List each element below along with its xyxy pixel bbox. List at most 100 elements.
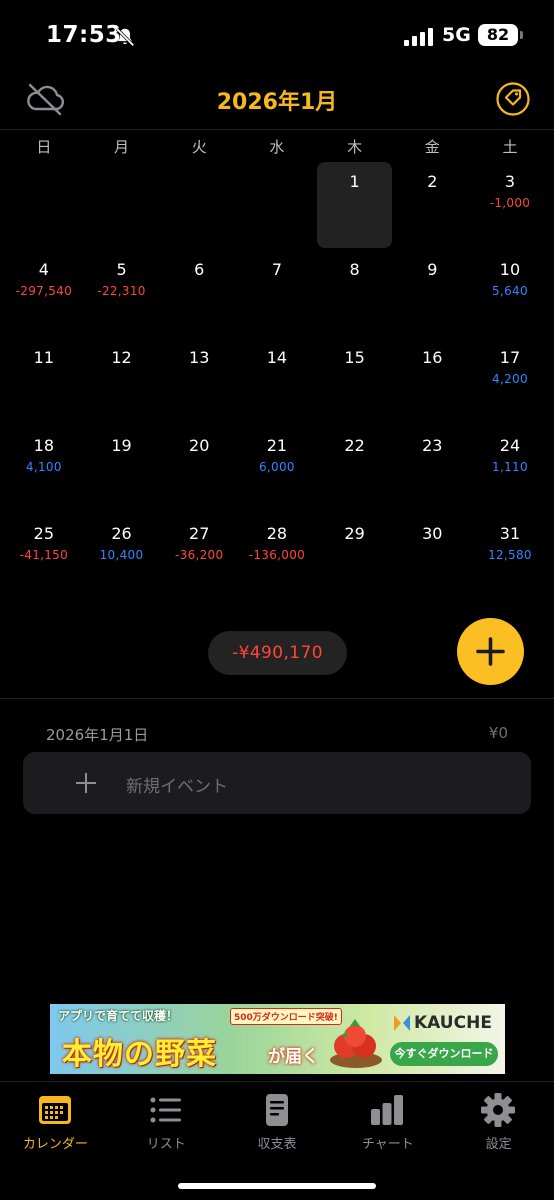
calendar-day[interactable]: 18 4,100 (5, 426, 83, 514)
day-number: 15 (344, 348, 365, 367)
ad-brand: KAUCHE (414, 1013, 492, 1033)
tab-label: 収支表 (257, 1137, 297, 1152)
new-event-button[interactable]: 新規イベント (23, 752, 531, 814)
day-number: 13 (189, 348, 210, 367)
day-amount: -36,200 (175, 548, 224, 562)
calendar-day[interactable]: 31 12,580 (471, 514, 549, 602)
battery-tip (520, 31, 523, 39)
ad-subline: が届く (268, 1047, 319, 1067)
calendar-empty-cell (5, 162, 83, 250)
calendar-day[interactable]: 6 (160, 250, 238, 338)
calendar-day[interactable]: 27 -36,200 (160, 514, 238, 602)
day-number: 24 (499, 436, 521, 455)
tab-list[interactable]: リスト (111, 1082, 222, 1172)
day-number: 5 (116, 260, 127, 279)
calendar-day[interactable]: 1 (316, 162, 394, 250)
day-amount: 6,000 (258, 460, 295, 474)
calendar-day[interactable]: 16 (393, 338, 471, 426)
month-title[interactable]: 2026年1月 (0, 84, 554, 116)
calendar-day[interactable]: 29 (316, 514, 394, 602)
ad-download-button[interactable]: 今すぐダウンロード (390, 1042, 498, 1066)
ad-badge: 500万ダウンロード突破! (230, 1008, 342, 1025)
tab-label: チャート (361, 1137, 414, 1152)
calendar-day[interactable]: 23 (393, 426, 471, 514)
day-number: 21 (266, 436, 288, 455)
calendar-day[interactable]: 20 (160, 426, 238, 514)
day-number: 2 (427, 172, 438, 191)
calendar-day[interactable]: 11 (5, 338, 83, 426)
day-number: 19 (111, 436, 132, 455)
tag-icon[interactable] (496, 82, 530, 116)
calendar-day[interactable]: 10 5,640 (471, 250, 549, 338)
calendar-day[interactable]: 4 -297,540 (5, 250, 83, 338)
calendar-day[interactable]: 7 (238, 250, 316, 338)
weekday-label: 火 (191, 138, 207, 156)
calendar-grid: 1 2 3 -1,000 4 -297,540 5 -22,310 6 7 8 9 10 5,640 11 1… (5, 162, 549, 602)
calendar-day[interactable]: 30 (393, 514, 471, 602)
day-number: 6 (194, 260, 205, 279)
day-amount: -1,000 (489, 196, 531, 210)
tab-bar: カレンダー リスト 収支表 チャート 設定 (0, 1082, 554, 1172)
day-amount: -297,540 (15, 284, 73, 298)
day-number: 16 (422, 348, 443, 367)
calendar-week: 1 2 3 -1,000 (5, 162, 549, 250)
header-divider (0, 129, 554, 130)
calendar-day[interactable]: 9 (393, 250, 471, 338)
day-number: 26 (111, 524, 132, 543)
day-number: 29 (344, 524, 365, 543)
tab-statement[interactable]: 収支表 (222, 1082, 333, 1172)
plus-icon (476, 637, 505, 666)
tab-calendar[interactable]: カレンダー (0, 1082, 111, 1172)
day-amount: 4,200 (492, 372, 528, 386)
calendar-week: 25 -41,150 26 10,400 27 -36,200 28 -136,000 29 30… (5, 514, 549, 602)
calendar-day[interactable]: 28 -136,000 (238, 514, 316, 602)
calendar-day[interactable]: 22 (316, 426, 394, 514)
add-event-button[interactable] (457, 618, 524, 685)
day-number: 28 (266, 524, 288, 543)
tab-settings[interactable]: 設定 (443, 1082, 554, 1172)
calendar-day[interactable]: 15 (316, 338, 394, 426)
day-number: 4 (38, 260, 49, 279)
ad-top-text: アプリで育てて収穫！ (58, 1009, 179, 1023)
day-amount: 4,100 (25, 460, 62, 474)
day-amount: 1,110 (492, 460, 528, 474)
bell-off-icon (115, 27, 135, 47)
calendar-day[interactable]: 24 1,110 (471, 426, 549, 514)
header: 2026年1月 (0, 70, 554, 130)
calendar-day[interactable]: 17 4,200 (471, 338, 549, 426)
calendar-day[interactable]: 25 -41,150 (5, 514, 83, 602)
day-number: 30 (422, 524, 443, 543)
calendar-day[interactable]: 26 10,400 (83, 514, 161, 602)
calendar-day[interactable]: 13 (160, 338, 238, 426)
calendar-day[interactable]: 5 -22,310 (83, 250, 161, 338)
day-number: 10 (499, 260, 521, 279)
day-number: 11 (33, 348, 55, 367)
section-divider (0, 698, 554, 699)
calendar-day[interactable]: 3 -1,000 (471, 162, 549, 250)
calendar-day[interactable]: 14 (238, 338, 316, 426)
weekday-header: 日 月 火 水 木 金 土 (5, 136, 549, 160)
calendar-day[interactable]: 21 6,000 (238, 426, 316, 514)
day-number: 3 (504, 172, 516, 191)
home-indicator (178, 1183, 376, 1189)
calendar-week: 18 4,100 19 20 21 6,000 22 23 24 1,110 (5, 426, 549, 514)
vegetable-basket-icon (330, 1019, 382, 1068)
calendar-day[interactable]: 19 (83, 426, 161, 514)
signal-icon (404, 28, 433, 46)
calendar-week: 11 12 13 14 15 16 17 4,200 (5, 338, 549, 426)
month-total[interactable]: -¥490,170 (208, 631, 347, 675)
weekday-label: 月 (114, 138, 130, 156)
ad-banner[interactable]: アプリで育てて収穫！ 500万ダウンロード突破! 本物の野菜 が届く KAUCH… (50, 1004, 505, 1074)
calendar-day[interactable]: 2 (393, 162, 471, 250)
calendar-day[interactable]: 8 (316, 250, 394, 338)
kauche-logo-icon (394, 1015, 410, 1031)
bar-chart-icon (371, 1095, 404, 1125)
calendar-day[interactable]: 12 (83, 338, 161, 426)
day-number: 23 (422, 436, 443, 455)
tab-chart[interactable]: チャート (332, 1082, 443, 1172)
plus-icon (76, 773, 96, 793)
tab-label: 設定 (485, 1137, 512, 1152)
status-time: 17:53 (46, 22, 122, 48)
calendar-empty-cell (83, 162, 161, 250)
day-number: 20 (189, 436, 210, 455)
